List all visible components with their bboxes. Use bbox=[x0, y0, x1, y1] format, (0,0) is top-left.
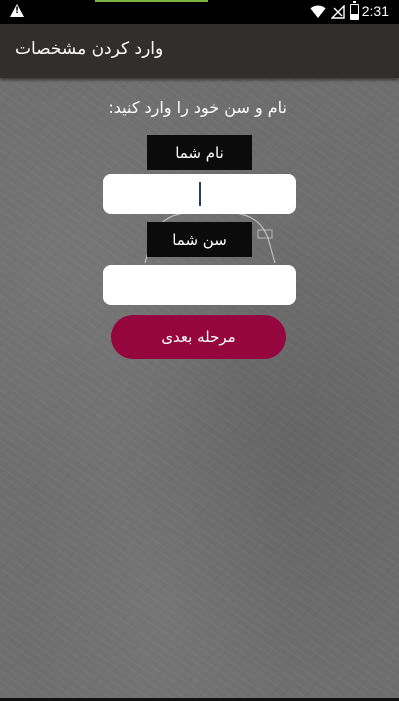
page-title: وارد کردن مشخصات bbox=[15, 39, 164, 59]
status-progress-line bbox=[95, 0, 208, 2]
status-bar: ! 2:31 bbox=[0, 0, 399, 24]
form-screen: نام و سن خود را وارد کنید: نام شما سن شم… bbox=[0, 78, 399, 698]
warning-mark: ! bbox=[15, 6, 20, 16]
text-cursor bbox=[199, 182, 201, 206]
status-time: 2:31 bbox=[361, 3, 389, 19]
battery-level bbox=[351, 14, 358, 19]
battery-icon bbox=[350, 1, 359, 20]
form-prompt: نام و سن خود را وارد کنید: bbox=[108, 98, 287, 117]
next-step-button[interactable]: مرحله بعدی bbox=[111, 315, 286, 359]
age-input[interactable] bbox=[103, 265, 296, 305]
name-input[interactable] bbox=[103, 174, 296, 214]
wifi-icon bbox=[310, 5, 326, 18]
age-label: سن شما bbox=[147, 222, 252, 257]
name-label: نام شما bbox=[147, 135, 252, 170]
no-signal-icon bbox=[331, 5, 345, 19]
app-bar: وارد کردن مشخصات bbox=[0, 24, 399, 78]
